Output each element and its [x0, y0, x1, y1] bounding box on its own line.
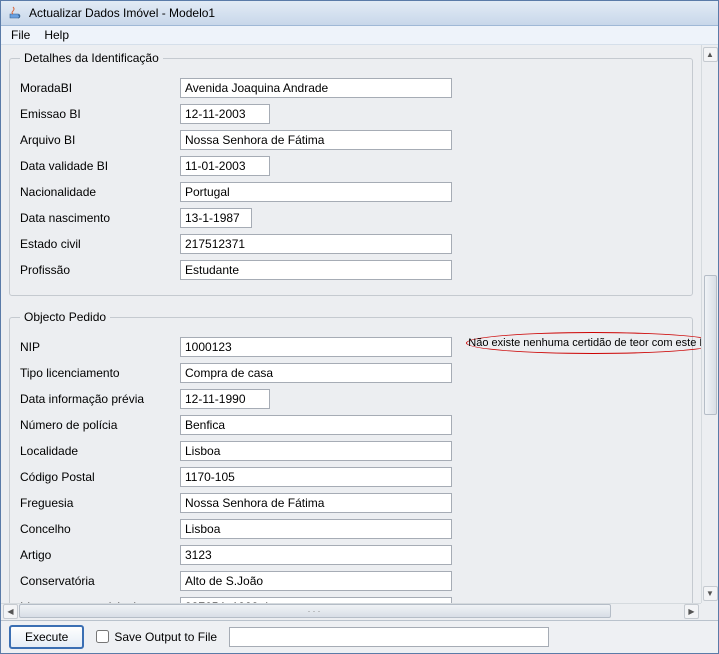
input-nip[interactable]: [180, 337, 452, 357]
warning-nip: Não existe nenhuma certidão de teor com …: [466, 332, 701, 354]
input-tipo-licenciamento[interactable]: [180, 363, 452, 383]
horizontal-scroll-thumb[interactable]: ···: [19, 604, 611, 618]
label-freguesia: Freguesia: [20, 496, 180, 510]
label-nacionalidade: Nacionalidade: [20, 185, 180, 199]
scroll-up-icon[interactable]: ▲: [703, 47, 718, 62]
scroll-right-icon[interactable]: ▶: [684, 604, 699, 619]
label-artigo: Artigo: [20, 548, 180, 562]
bottom-bar: Execute Save Output to File: [1, 620, 718, 653]
input-concelho[interactable]: [180, 519, 452, 539]
scroll-left-icon[interactable]: ◀: [3, 604, 18, 619]
group-identificacao-legend: Detalhes da Identificação: [20, 51, 163, 65]
input-profissao[interactable]: [180, 260, 452, 280]
content-area: Detalhes da Identificação MoradaBI Emiss…: [1, 45, 718, 603]
save-output-label-text: Save Output to File: [114, 630, 217, 644]
label-concelho: Concelho: [20, 522, 180, 536]
menu-help[interactable]: Help: [38, 26, 75, 44]
label-data-validade-bi: Data validade BI: [20, 159, 180, 173]
save-output-checkbox[interactable]: [96, 630, 109, 643]
label-nip: NIP: [20, 340, 180, 354]
horizontal-scrollbar[interactable]: ◀ ··· ▶: [1, 603, 701, 620]
label-numero-policia: Número de polícia: [20, 418, 180, 432]
input-morada-bi[interactable]: [180, 78, 452, 98]
scroll-corner: [701, 603, 718, 620]
horizontal-scrollbar-row: ◀ ··· ▶: [1, 603, 718, 620]
java-icon: [7, 5, 23, 21]
input-data-validade-bi[interactable]: [180, 156, 270, 176]
input-id-proc-municipal[interactable]: [180, 597, 452, 603]
label-data-info-previa: Data informação prévia: [20, 392, 180, 406]
execute-button[interactable]: Execute: [9, 625, 84, 649]
group-objecto-pedido-legend: Objecto Pedido: [20, 310, 110, 324]
group-objecto-pedido: Objecto Pedido NIP Não existe nenhuma ce…: [9, 310, 693, 603]
save-output-checkbox-label[interactable]: Save Output to File: [96, 630, 217, 644]
window-title: Actualizar Dados Imóvel - Modelo1: [29, 6, 215, 20]
input-conservatoria[interactable]: [180, 571, 452, 591]
input-arquivo-bi[interactable]: [180, 130, 452, 150]
scroll-down-icon[interactable]: ▼: [703, 586, 718, 601]
menubar: File Help: [1, 26, 718, 45]
label-data-nascimento: Data nascimento: [20, 211, 180, 225]
save-output-path-input[interactable]: [229, 627, 549, 647]
input-estado-civil[interactable]: [180, 234, 452, 254]
label-morada-bi: MoradaBI: [20, 81, 180, 95]
label-estado-civil: Estado civil: [20, 237, 180, 251]
input-artigo[interactable]: [180, 545, 452, 565]
form-inner: Detalhes da Identificação MoradaBI Emiss…: [1, 45, 701, 603]
input-data-info-previa[interactable]: [180, 389, 270, 409]
form-scroll: Detalhes da Identificação MoradaBI Emiss…: [1, 45, 701, 603]
label-emissao-bi: Emissao BI: [20, 107, 180, 121]
input-nacionalidade[interactable]: [180, 182, 452, 202]
label-codigo-postal: Código Postal: [20, 470, 180, 484]
titlebar: Actualizar Dados Imóvel - Modelo1: [1, 1, 718, 26]
input-localidade[interactable]: [180, 441, 452, 461]
label-localidade: Localidade: [20, 444, 180, 458]
input-numero-policia[interactable]: [180, 415, 452, 435]
label-arquivo-bi: Arquivo BI: [20, 133, 180, 147]
menu-file[interactable]: File: [5, 26, 36, 44]
input-emissao-bi[interactable]: [180, 104, 270, 124]
input-freguesia[interactable]: [180, 493, 452, 513]
input-data-nascimento[interactable]: [180, 208, 252, 228]
vertical-scrollbar[interactable]: ▲ ▼: [701, 45, 718, 603]
label-profissao: Profissão: [20, 263, 180, 277]
label-tipo-licenciamento: Tipo licenciamento: [20, 366, 180, 380]
vertical-scroll-thumb[interactable]: [704, 275, 717, 415]
group-identificacao: Detalhes da Identificação MoradaBI Emiss…: [9, 51, 693, 296]
label-conservatoria: Conservatória: [20, 574, 180, 588]
input-codigo-postal[interactable]: [180, 467, 452, 487]
